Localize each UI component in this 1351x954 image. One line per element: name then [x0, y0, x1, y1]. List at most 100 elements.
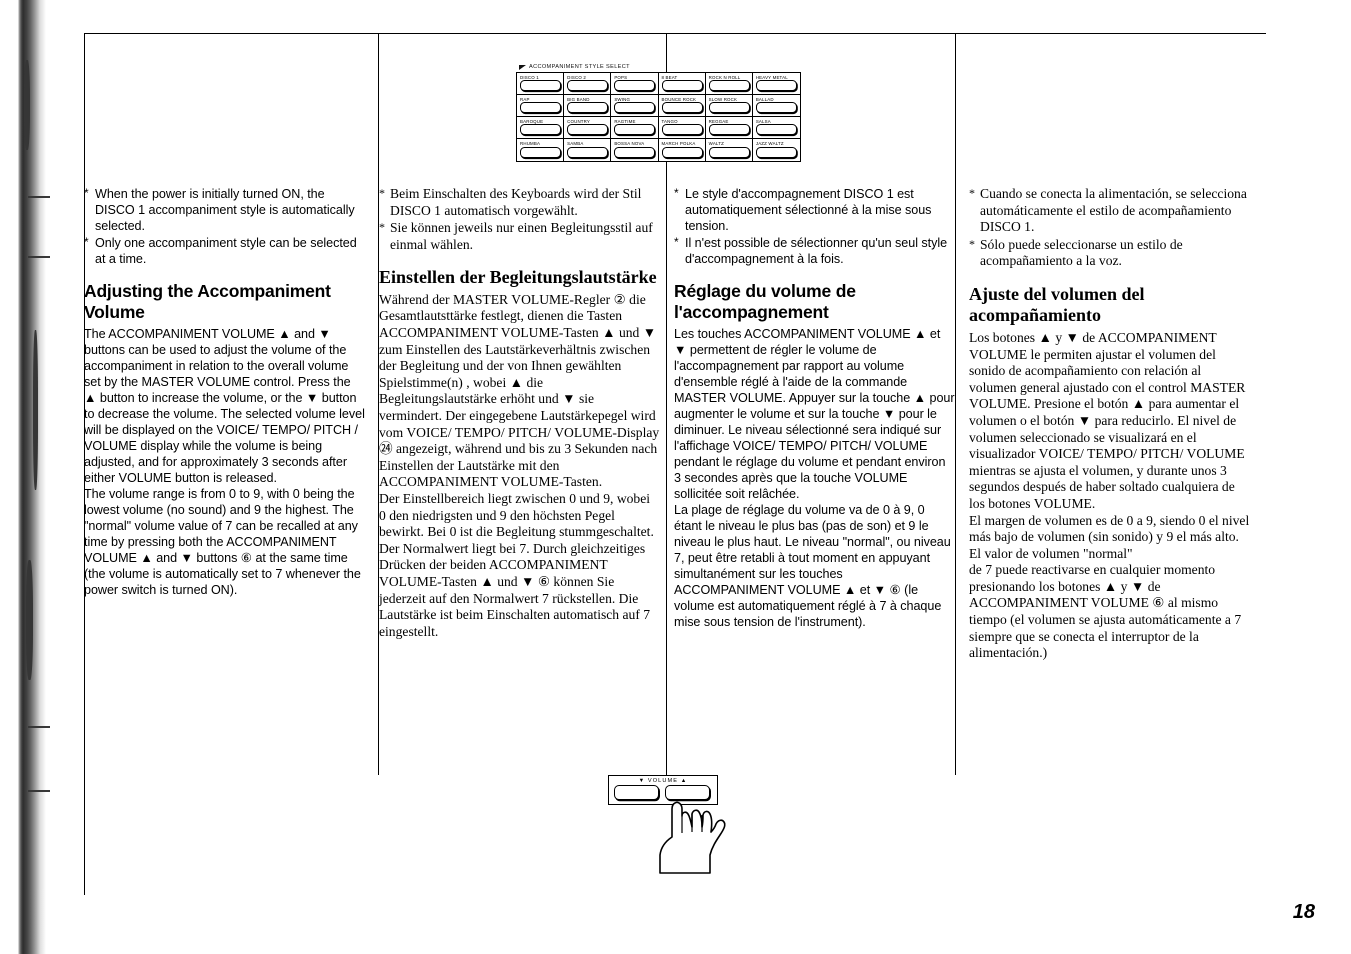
style-button-label: BOUNCE ROCK: [661, 96, 697, 102]
style-button-label: BIG BAND: [567, 96, 590, 102]
style-button-key: [661, 102, 703, 113]
style-button-key: [520, 147, 561, 158]
style-button-key: [614, 124, 656, 135]
style-button-label: REGGAE: [708, 118, 729, 124]
style-button-label: BOSSA NOVA: [614, 140, 645, 146]
note-text: Only one accompaniment style can be sele…: [95, 236, 357, 266]
style-select-caption-row: ACCOMPANIMENT STYLE SELECT: [519, 64, 806, 70]
asterisk-icon: *: [379, 220, 385, 235]
style-button-cell: REGGAE: [705, 117, 753, 139]
note-item: * Only one accompaniment style can be se…: [84, 235, 365, 267]
note-text: Beim Einschalten des Keyboards wird der …: [390, 186, 642, 218]
style-button-cell: RAGTIME: [611, 117, 659, 139]
style-button-cell: WALTZ: [706, 139, 753, 161]
style-button-cell: SLOW ROCK: [705, 95, 753, 117]
style-button-label: RHUMBA: [520, 140, 541, 146]
section-heading: Einstellen der Begleitungslautstärke: [379, 267, 657, 288]
asterisk-icon: *: [84, 186, 89, 200]
top-border-rule: [84, 33, 1266, 35]
style-button-label: SAMBA: [567, 140, 584, 146]
style-button-key: [755, 102, 797, 113]
style-button-key: [614, 102, 656, 113]
style-button-key: [708, 147, 750, 158]
style-button-key: [661, 147, 703, 158]
style-button-cell: SALSA: [752, 117, 800, 139]
style-button-cell: SWING: [611, 95, 659, 117]
style-button-label: WALTZ: [708, 140, 724, 146]
style-button-label: SWING: [614, 96, 631, 102]
style-button-label: SALSA: [755, 118, 771, 124]
style-button-key: [661, 124, 703, 135]
style-button-label: JAZZ WALTZ: [755, 140, 784, 146]
style-button-key: [567, 124, 609, 135]
style-button-label: RAP: [520, 96, 530, 102]
style-button-key: [567, 102, 609, 113]
style-button-cell: RAP: [517, 95, 565, 117]
asterisk-icon: *: [674, 235, 679, 249]
style-button-key: [755, 80, 797, 91]
style-button-label: POPS: [614, 74, 628, 80]
style-button-cell: BOSSA NOVA: [611, 139, 659, 161]
section-body: The ACCOMPANIMENT VOLUME ▲ and ▼ buttons…: [84, 327, 365, 597]
style-button-label: HEAVY METAL: [755, 74, 788, 80]
section-heading: Ajuste del volumen del acompañamiento: [969, 283, 1145, 326]
note-item: * Beim Einschalten des Keyboards wird de…: [379, 186, 660, 219]
style-button-label: TANGO: [661, 118, 678, 124]
page-number: 18: [1292, 901, 1315, 923]
notes-english: * When the power is initially turned ON,…: [84, 186, 365, 267]
style-button-cell: 8 BEAT: [658, 73, 706, 95]
volume-up-arrow-icon: ▲: [680, 777, 688, 784]
style-button-cell: POPS: [611, 73, 659, 95]
section-heading: Adjusting the Accompaniment Volume: [84, 281, 331, 322]
column-english: * When the power is initially turned ON,…: [84, 186, 379, 662]
style-button-cell: COUNTRY: [564, 117, 612, 139]
style-button-key: [755, 147, 797, 158]
style-button-key: [520, 124, 561, 135]
style-button-label: DISCO 2: [567, 74, 586, 80]
note-text: When the power is initially turned ON, t…: [95, 187, 355, 233]
style-button-label: MARCH POLKA: [661, 140, 696, 146]
note-text: Il n'est possible de sélectionner qu'un …: [685, 236, 948, 266]
style-button-cell: BALLAD: [752, 95, 800, 117]
asterisk-icon: *: [379, 186, 385, 200]
style-button-key: [614, 80, 656, 91]
style-button-grid: DISCO 1 DISCO 2 POPS 8 BEAT ROCK N ROLL HEAVY…: [516, 72, 801, 162]
style-button-key: [755, 124, 797, 135]
style-button-label: ROCK N ROLL: [708, 74, 741, 80]
note-text: Le style d'accompagnement DISCO 1 est au…: [685, 187, 932, 233]
style-button-label: RAGTIME: [614, 118, 636, 124]
section-body: Les touches ACCOMPANIMENT VOLUME ▲ et ▼ …: [674, 327, 955, 629]
asterisk-icon: *: [674, 186, 679, 200]
style-select-caption-text: ACCOMPANIMENT STYLE SELECT: [529, 64, 630, 70]
note-item: * Cuando se conecta la alimentación, se …: [969, 186, 1250, 236]
note-text: Sólo puede seleccionarse un estilo de ac…: [980, 236, 1183, 269]
style-select-illustration: ACCOMPANIMENT STYLE SELECT DISCO 1 DISCO …: [516, 64, 806, 162]
style-button-key: [614, 147, 656, 158]
note-text: Sie können jeweils nur einen Begleitungs…: [390, 220, 653, 252]
scan-edge-artifact: [0, 0, 62, 954]
style-button-key: [567, 147, 609, 158]
style-button-cell: DISCO 1: [517, 73, 565, 95]
style-button-label: BAROQUE: [520, 118, 544, 124]
style-button-cell: TANGO: [658, 117, 706, 139]
style-button-cell: RHUMBA: [517, 139, 565, 161]
note-item: * Il n'est possible de sélectionner qu'u…: [674, 235, 955, 267]
style-button-key: [520, 102, 561, 113]
volume-button-illustration: ▼ VOLUME ▲: [608, 775, 728, 874]
style-button-key: [708, 102, 750, 113]
column-german: * Beim Einschalten des Keyboards wird de…: [379, 186, 674, 662]
notes-german: * Beim Einschalten des Keyboards wird de…: [379, 186, 660, 253]
section-body: Los botones ▲ y ▼ de ACCOMPANIMENT VOLUM…: [969, 329, 1250, 661]
style-button-cell: HEAVY METAL: [752, 73, 800, 95]
style-button-cell: ROCK N ROLL: [705, 73, 753, 95]
volume-down-arrow-icon: ▼: [638, 777, 646, 784]
asterisk-icon: *: [969, 236, 975, 251]
style-button-key: [708, 124, 750, 135]
column-french: * Le style d'accompagnement DISCO 1 est …: [674, 186, 969, 662]
style-button-key: [567, 80, 609, 91]
volume-panel-label-row: ▼ VOLUME ▲: [609, 778, 717, 784]
style-button-key: [708, 80, 750, 91]
volume-label-text: VOLUME: [647, 777, 679, 784]
style-button-cell: DISCO 2: [564, 73, 612, 95]
asterisk-icon: *: [969, 186, 975, 200]
